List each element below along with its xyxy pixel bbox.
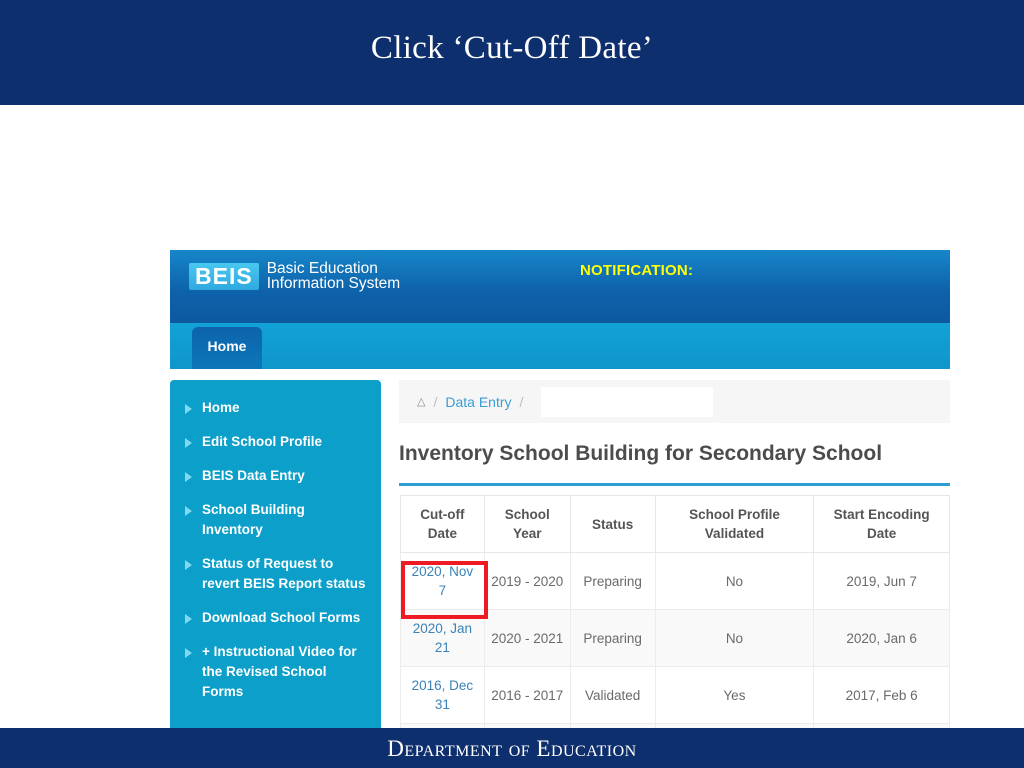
triangle-right-icon	[185, 614, 192, 624]
cut-off-date-link[interactable]: 2016, Dec 31	[412, 678, 474, 712]
app-header: BEIS Basic Education Information System …	[170, 250, 950, 323]
triangle-right-icon	[185, 648, 192, 658]
column-header-school-profile-validated: School Profile Validated	[654, 495, 815, 553]
cell-school-year: 2020 - 2021	[483, 609, 571, 667]
cell-start-encoding-date: 2017, Feb 6	[813, 666, 950, 724]
cell-status: Preparing	[569, 609, 656, 667]
slide-footer: Department of Education	[0, 728, 1024, 768]
notification-label: NOTIFICATION:	[580, 262, 694, 279]
cell-start-encoding-date: 2020, Jan 6	[813, 609, 950, 667]
beis-badge: BEIS	[189, 262, 259, 290]
sidebar-item-download-school-forms[interactable]: Download School Forms	[170, 608, 381, 628]
brand-line-1: Basic Education	[266, 260, 378, 277]
sidebar-item-label: + Instructional Video for the Revised Sc…	[202, 644, 357, 699]
sidebar-item-instructional-video[interactable]: + Instructional Video for the Revised Sc…	[170, 642, 381, 702]
cell-status: Validated	[569, 666, 656, 724]
content-panel: △ / Data Entry / Inventory School Buildi…	[399, 380, 950, 768]
triangle-right-icon	[185, 472, 192, 482]
column-header-start-encoding-date: Start Encoding Date	[813, 495, 950, 553]
triangle-right-icon	[185, 438, 192, 448]
cell-status: Preparing	[569, 552, 656, 610]
breadcrumb: △ / Data Entry /	[399, 380, 950, 423]
title-underline	[399, 483, 950, 486]
breadcrumb-separator: /	[433, 393, 438, 410]
app-navbar: Home	[170, 323, 950, 369]
triangle-right-icon	[185, 506, 192, 516]
slide-title: Click ‘Cut-Off Date’	[370, 30, 654, 66]
table-row: 2016, Dec 31 2016 - 2017 Validated Yes 2…	[400, 666, 950, 724]
sidebar-item-label: BEIS Data Entry	[202, 468, 305, 483]
sidebar-item-label: Home	[202, 400, 240, 415]
table-row: 2020, Jan 21 2020 - 2021 Preparing No 20…	[400, 609, 950, 667]
table-row: 2020, Nov 7 2019 - 2020 Preparing No 201…	[400, 552, 950, 610]
nav-tab-home[interactable]: Home	[192, 327, 262, 369]
sidebar-item-school-building-inventory[interactable]: School Building Inventory	[170, 500, 381, 540]
sidebar-item-label: School Building Inventory	[202, 502, 305, 537]
breadcrumb-link-data-entry[interactable]: Data Entry	[445, 394, 511, 410]
cell-cut-off-date[interactable]: 2020, Nov 7	[400, 552, 485, 610]
sidebar-item-status-of-request[interactable]: Status of Request to revert BEIS Report …	[170, 554, 381, 594]
beis-logo: BEIS Basic Education Information System	[189, 261, 400, 291]
footer-text: Department of Education	[387, 736, 637, 761]
slide-body: BEIS Basic Education Information System …	[0, 105, 1024, 768]
breadcrumb-current-field	[541, 386, 714, 417]
sidebar: Home Edit School Profile BEIS Data Entry…	[170, 380, 381, 758]
column-header-status: Status	[569, 495, 656, 553]
sidebar-item-label: Download School Forms	[202, 610, 361, 625]
beis-application-screenshot: BEIS Basic Education Information System …	[170, 250, 950, 768]
cell-start-encoding-date: 2019, Jun 7	[813, 552, 950, 610]
beis-brand-text: Basic Education Information System	[266, 260, 401, 292]
column-header-cut-off-date: Cut-off Date	[400, 495, 485, 553]
triangle-right-icon	[185, 560, 192, 570]
cell-school-profile-validated: No	[654, 552, 815, 610]
cell-school-profile-validated: Yes	[654, 666, 815, 724]
sidebar-item-label: Status of Request to revert BEIS Report …	[202, 556, 366, 591]
cut-off-date-link[interactable]: 2020, Jan 21	[413, 621, 472, 655]
brand-line-2: Information System	[266, 275, 401, 292]
breadcrumb-separator: /	[519, 393, 524, 410]
home-icon[interactable]: △	[417, 395, 425, 408]
sidebar-item-edit-school-profile[interactable]: Edit School Profile	[170, 432, 381, 452]
sidebar-item-beis-data-entry[interactable]: BEIS Data Entry	[170, 466, 381, 486]
cell-cut-off-date[interactable]: 2020, Jan 21	[400, 609, 485, 667]
column-header-school-year: School Year	[483, 495, 571, 553]
cell-school-profile-validated: No	[654, 609, 815, 667]
sidebar-item-label: Edit School Profile	[202, 434, 323, 449]
cell-cut-off-date[interactable]: 2016, Dec 31	[400, 666, 485, 724]
sidebar-item-home[interactable]: Home	[170, 398, 381, 418]
table-header-row: Cut-off Date School Year Status School P…	[400, 495, 950, 553]
cell-school-year: 2016 - 2017	[483, 666, 571, 724]
cut-off-date-link[interactable]: 2020, Nov 7	[412, 564, 474, 598]
slide-title-banner: Click ‘Cut-Off Date’	[0, 0, 1024, 105]
page-title: Inventory School Building for Secondary …	[399, 442, 883, 465]
cell-school-year: 2019 - 2020	[483, 552, 571, 610]
triangle-right-icon	[185, 404, 192, 414]
